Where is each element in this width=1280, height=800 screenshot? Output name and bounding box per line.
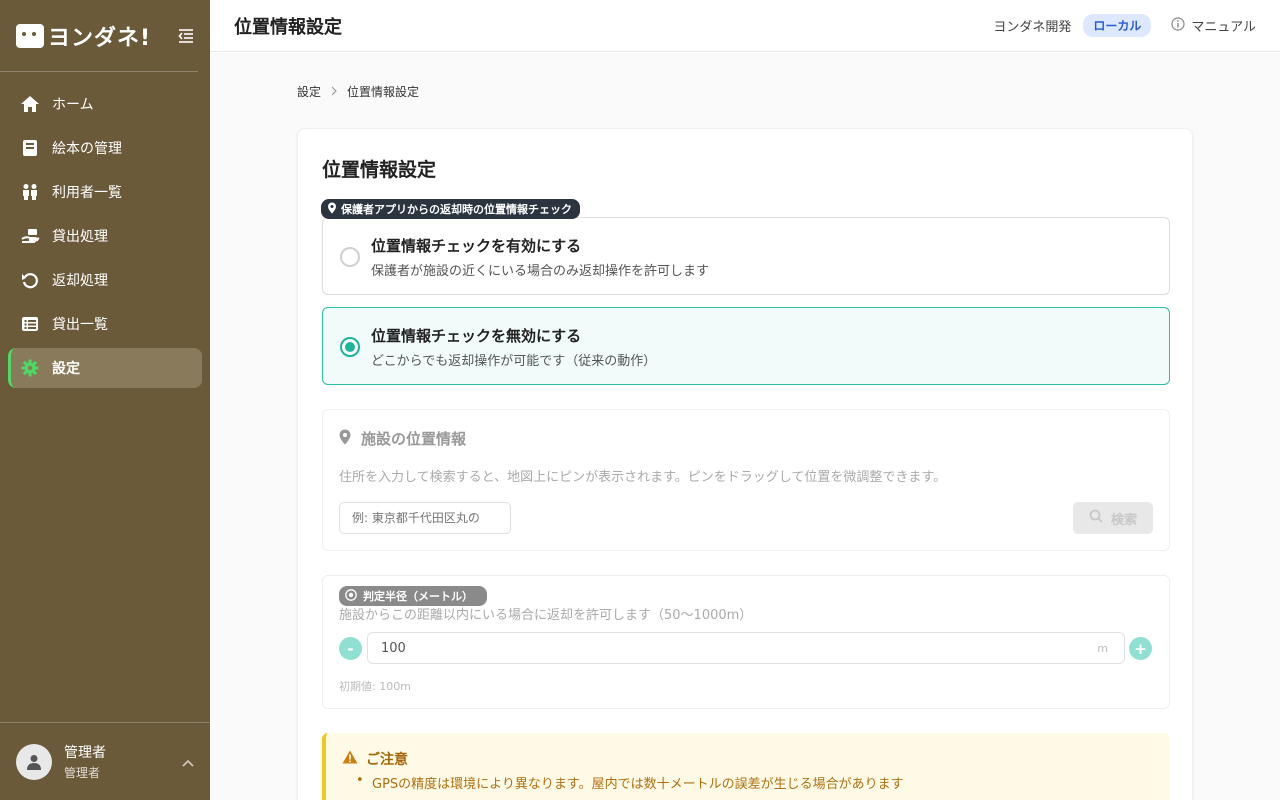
notice-item: GPSの精度は環境により異なります。屋内では数十メートルの誤差が生じる場合があり… [356,773,904,792]
manual-link-label: マニュアル [1191,20,1256,35]
sidebar-nav: ホーム 絵本の管理 利用者一覧 貸出処理 返却処理 貸出一覧 設定 [0,84,210,388]
sidebar-item-lend-list[interactable]: 貸出一覧 [8,304,202,344]
radius-value: 100 [381,641,406,656]
search-button[interactable]: 検索 [1073,502,1153,534]
environment-badge: ローカル [1083,14,1152,37]
search-button-label: 検索 [1110,512,1137,528]
option-title: 位置情報チェックを有効にする [371,237,582,255]
collapse-sidebar-icon[interactable] [176,26,196,46]
option-title: 位置情報チェックを無効にする [371,327,582,345]
section-label: 保護者アプリからの返却時の位置情報チェック [321,199,580,219]
sidebar-item-users[interactable]: 利用者一覧 [8,172,202,212]
logo-text: ヨンダネ! [48,25,152,51]
settings-card: 位置情報設定 保護者アプリからの返却時の位置情報チェック 位置情報チェックを有効… [297,128,1193,800]
chevron-up-icon[interactable] [182,752,194,771]
user-name: 管理者 [64,745,106,761]
return-icon [20,270,40,290]
page-title: 位置情報設定 [234,16,342,38]
sidebar-item-return[interactable]: 返却処理 [8,260,202,300]
avatar [16,743,52,780]
option-disable-location-check[interactable]: 位置情報チェックを無効にする どこからでも返却操作が可能です（従来の動作） [322,307,1170,385]
radius-section: 判定半径（メートル） 施設からこの距離以内にいる場合に返却を許可します（50〜1… [322,575,1170,709]
app-logo[interactable]: ヨンダネ! [16,20,151,52]
option-description: どこからでも返却操作が可能です（従来の動作） [371,354,657,369]
user-role: 管理者 [64,766,101,780]
facility-location-title: 施設の位置情報 [361,430,467,448]
sidebar-item-settings[interactable]: 設定 [8,348,202,388]
breadcrumb-parent[interactable]: 設定 [297,83,321,100]
sidebar-item-lend[interactable]: 貸出処理 [8,216,202,256]
sidebar-item-label: 返却処理 [52,273,108,289]
breadcrumb: 設定 位置情報設定 [297,83,419,100]
sidebar-item-books[interactable]: 絵本の管理 [8,128,202,168]
search-icon [1089,509,1103,527]
sidebar-item-home[interactable]: ホーム [8,84,202,124]
organization-name: ヨンダネ開発 [993,20,1072,35]
logo-row: ヨンダネ! [0,0,198,72]
radius-default-value: 初期値: 100m [339,680,411,693]
sidebar: ヨンダネ! ホーム 絵本の管理 利用者一覧 貸出処理 返却処理 貸出一覧 設定 … [0,0,210,800]
option-enable-location-check[interactable]: 位置情報チェックを有効にする 保護者が施設の近くにいる場合のみ返却操作を許可しま… [322,217,1170,295]
card-title: 位置情報設定 [322,159,437,181]
decrement-button[interactable]: - [339,637,362,660]
notice-title-text: ご注意 [366,752,408,768]
option-description: 保護者が施設の近くにいる場合のみ返却操作を許可します [371,264,710,279]
address-input[interactable] [339,502,511,534]
sidebar-item-label: 絵本の管理 [52,141,122,157]
radius-unit: m [1097,642,1108,655]
user-menu[interactable]: 管理者 管理者 [0,722,210,800]
radius-input[interactable]: 100 m [367,632,1125,664]
radio-disable[interactable] [340,337,360,357]
notice-box: ご注意 GPSの精度は環境により異なります。屋内では数十メートルの誤差が生じる場… [322,733,1170,800]
facility-location-header: 施設の位置情報 [339,428,466,449]
top-header: 位置情報設定 ヨンダネ開発 ローカル マニュアル [210,0,1280,52]
sidebar-item-label: 貸出一覧 [52,317,108,333]
sidebar-item-label: 利用者一覧 [52,185,122,201]
sidebar-item-label: 設定 [52,361,80,377]
radius-label-text: 判定半径（メートル） [363,590,473,603]
book-icon [20,138,40,158]
home-icon [20,94,40,114]
radius-label: 判定半径（メートル） [339,586,487,606]
increment-button[interactable]: + [1129,637,1152,660]
warning-icon [342,750,358,768]
radius-description: 施設からこの距離以内にいる場合に返却を許可します（50〜1000m） [339,608,753,623]
map-pin-icon [339,429,351,449]
chevron-right-icon [331,85,337,99]
logo-mark-icon [16,23,44,48]
sidebar-item-label: ホーム [52,97,94,113]
lend-icon [20,226,40,246]
radius-icon [345,588,357,604]
section-label-text: 保護者アプリからの返却時の位置情報チェック [341,203,572,216]
breadcrumb-current: 位置情報設定 [347,85,420,99]
manual-link[interactable]: マニュアル [1171,16,1256,35]
main-content: 設定 位置情報設定 位置情報設定 保護者アプリからの返却時の位置情報チェック 位… [210,53,1280,800]
notice-list: GPSの精度は環境により異なります。屋内では数十メートルの誤差が生じる場合があり… [356,773,904,798]
list-icon [20,314,40,334]
gear-icon [20,358,40,378]
sidebar-item-label: 貸出処理 [52,229,108,245]
pin-icon [327,202,337,217]
users-icon [20,182,40,202]
notice-title: ご注意 [342,749,408,769]
facility-location-section: 施設の位置情報 住所を入力して検索すると、地図上にピンが表示されます。ピンをドラ… [322,409,1170,551]
facility-location-description: 住所を入力して検索すると、地図上にピンが表示されます。ピンをドラッグして位置を微… [339,470,947,485]
info-icon [1171,16,1185,35]
radio-enable[interactable] [340,247,360,267]
